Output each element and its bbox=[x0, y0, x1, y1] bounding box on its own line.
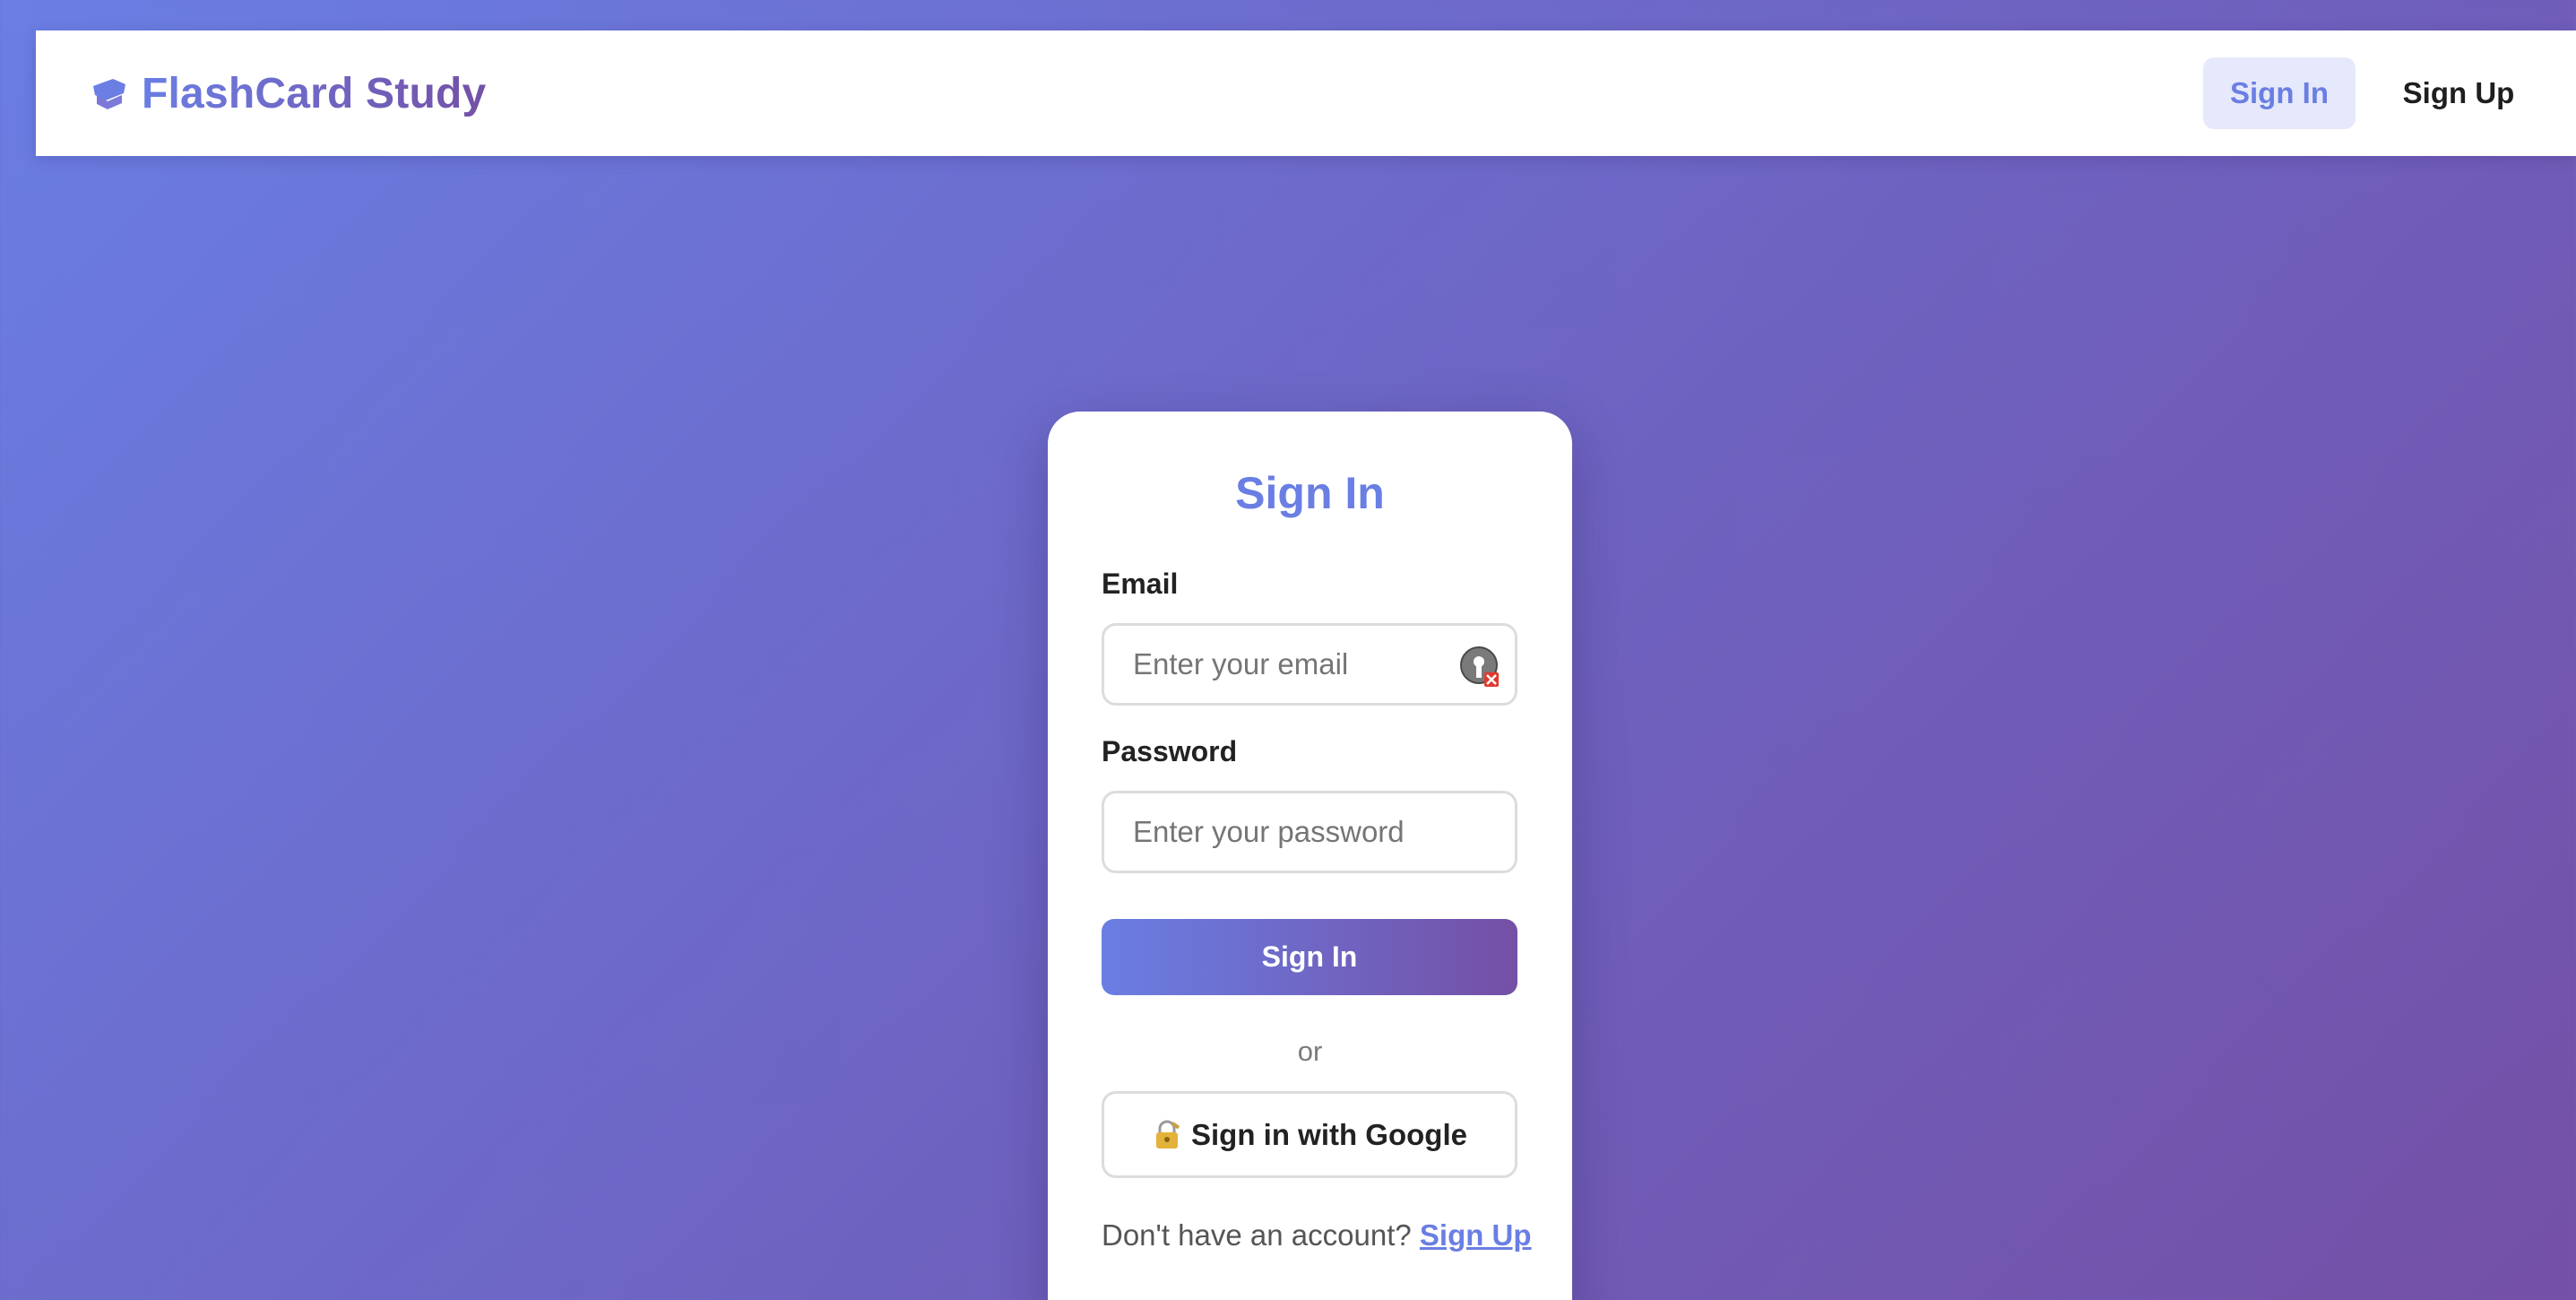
google-signin-label: Sign in with Google bbox=[1191, 1117, 1467, 1151]
email-input[interactable] bbox=[1104, 626, 1515, 703]
email-label: Email bbox=[1102, 568, 1179, 600]
brand[interactable]: FlashCard Study bbox=[90, 30, 486, 156]
password-field-wrapper bbox=[1102, 791, 1517, 873]
top-navbar: FlashCard Study Sign In Sign Up bbox=[36, 30, 2576, 156]
lock-key-icon bbox=[1156, 1120, 1180, 1148]
password-input[interactable] bbox=[1104, 793, 1515, 871]
signup-prompt-text: Don't have an account? bbox=[1102, 1218, 1412, 1252]
signup-prompt: Don't have an account? Sign Up bbox=[1102, 1218, 1532, 1252]
signup-link[interactable]: Sign Up bbox=[1420, 1218, 1532, 1252]
graduation-cap-icon bbox=[93, 79, 125, 109]
brand-title: FlashCard Study bbox=[142, 69, 487, 117]
nav-actions: Sign In Sign Up bbox=[2203, 57, 2535, 129]
password-manager-icon[interactable] bbox=[1457, 644, 1502, 689]
google-signin-button[interactable]: Sign in with Google bbox=[1102, 1091, 1517, 1178]
nav-signup-button[interactable]: Sign Up bbox=[2382, 57, 2535, 129]
signin-submit-button[interactable]: Sign In bbox=[1102, 919, 1517, 995]
password-label: Password bbox=[1102, 735, 1238, 767]
or-divider: or bbox=[1297, 1036, 1323, 1067]
signin-title: Sign In bbox=[1235, 468, 1385, 518]
email-field-wrapper bbox=[1102, 623, 1517, 706]
nav-signin-button[interactable]: Sign In bbox=[2203, 57, 2356, 129]
signin-card: Sign In Email Password Sign In or Sign i… bbox=[1048, 412, 1572, 1300]
